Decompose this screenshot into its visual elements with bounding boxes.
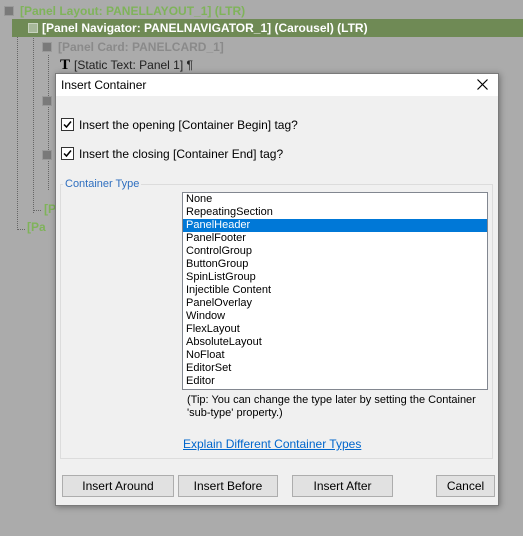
checkmark-icon [63,121,72,129]
tree-node-square-icon [4,6,14,16]
container-type-option[interactable]: Injectible Content [183,284,487,297]
tree-node-partial[interactable]: [Pa [27,220,46,234]
container-type-option[interactable]: ControlGroup [183,245,487,258]
container-type-option[interactable]: Editor [183,375,487,388]
insert-opening-checkbox[interactable] [61,118,74,131]
container-type-option[interactable]: None [183,193,487,206]
insert-container-dialog: Insert Container Insert the opening [Con… [55,73,499,506]
dialog-title: Insert Container [61,78,147,92]
cancel-button[interactable]: Cancel [436,475,495,497]
tree-node-panel-layout[interactable]: [Panel Layout: PANELLAYOUT_1] (LTR) [4,4,245,18]
tip-text: (Tip: You can change the type later by s… [187,394,476,419]
insert-after-button[interactable]: Insert After [292,475,393,497]
tree-node-square-icon [42,150,52,160]
insert-before-button[interactable]: Insert Before [178,475,278,497]
container-type-option[interactable]: PanelOverlay [183,297,487,310]
tree-node-panel-card[interactable]: [Panel Card: PANELCARD_1] [42,40,224,54]
tree-node-square-icon [42,42,52,52]
insert-closing-label: Insert the closing [Container End] tag? [79,147,284,161]
container-type-option[interactable]: PanelHeader [183,219,487,232]
insert-closing-checkbox[interactable] [61,147,74,160]
tree-node-static-text[interactable]: T [Static Text: Panel 1] ¶ [60,57,193,74]
static-text-icon: T [60,57,71,73]
container-type-option[interactable]: Window [183,310,487,323]
container-type-option[interactable]: SpinListGroup [183,271,487,284]
container-type-option[interactable]: PanelFooter [183,232,487,245]
insert-opening-label: Insert the opening [Container Begin] tag… [79,118,298,132]
container-type-option[interactable]: ButtonGroup [183,258,487,271]
dialog-titlebar[interactable]: Insert Container [56,74,498,96]
tree-node-square-icon [28,23,38,33]
container-type-group-label: Container Type [63,178,142,190]
close-icon [477,79,488,90]
container-type-option[interactable]: EditorSet [183,362,487,375]
container-type-option[interactable]: AbsoluteLayout [183,336,487,349]
tree-node-square-icon [42,96,52,106]
container-type-listbox[interactable]: None RepeatingSection PanelHeader PanelFoot… [182,192,488,390]
container-type-option[interactable]: FlexLayout [183,323,487,336]
container-type-option[interactable]: NoFloat [183,349,487,362]
container-type-option[interactable]: RepeatingSection [183,206,487,219]
close-button[interactable] [468,74,498,96]
explain-container-types-link[interactable]: Explain Different Container Types [183,437,361,451]
insert-around-button[interactable]: Insert Around [62,475,174,497]
tree-node-panel-navigator[interactable]: [Panel Navigator: PANELNAVIGATOR_1] (Car… [12,19,523,37]
checkmark-icon [63,150,72,158]
